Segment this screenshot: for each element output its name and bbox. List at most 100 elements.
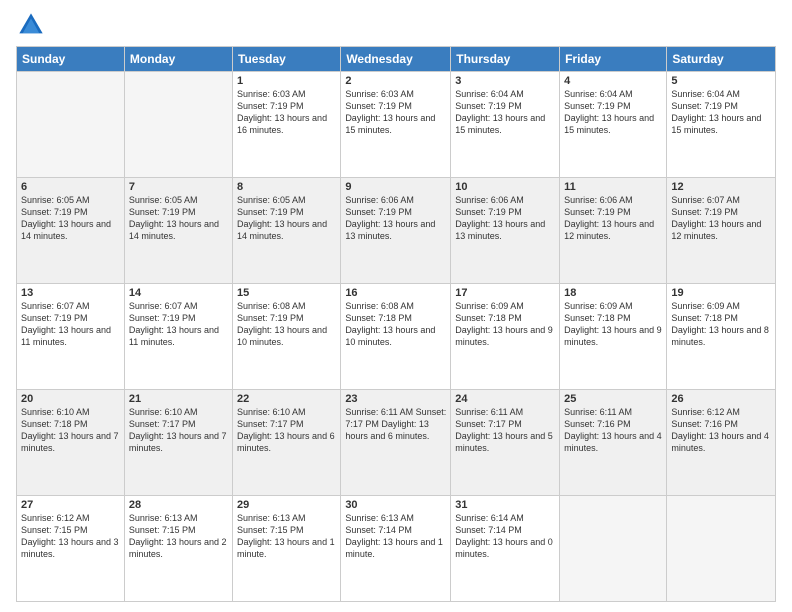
day-number: 9 (345, 181, 446, 193)
calendar-header-row: SundayMondayTuesdayWednesdayThursdayFrid… (17, 47, 776, 72)
calendar-cell: 27Sunrise: 6:12 AM Sunset: 7:15 PM Dayli… (17, 496, 125, 602)
calendar-cell: 12Sunrise: 6:07 AM Sunset: 7:19 PM Dayli… (667, 178, 776, 284)
day-info: Sunrise: 6:06 AM Sunset: 7:19 PM Dayligh… (455, 194, 555, 243)
calendar-cell (124, 72, 232, 178)
calendar-cell: 9Sunrise: 6:06 AM Sunset: 7:19 PM Daylig… (341, 178, 451, 284)
day-number: 28 (129, 499, 228, 511)
day-info: Sunrise: 6:10 AM Sunset: 7:17 PM Dayligh… (129, 406, 228, 455)
calendar-cell: 3Sunrise: 6:04 AM Sunset: 7:19 PM Daylig… (451, 72, 560, 178)
calendar-cell: 4Sunrise: 6:04 AM Sunset: 7:19 PM Daylig… (560, 72, 667, 178)
day-number: 20 (21, 393, 120, 405)
calendar-cell (667, 496, 776, 602)
week-row-2: 6Sunrise: 6:05 AM Sunset: 7:19 PM Daylig… (17, 178, 776, 284)
day-info: Sunrise: 6:06 AM Sunset: 7:19 PM Dayligh… (345, 194, 446, 243)
day-number: 7 (129, 181, 228, 193)
calendar-cell: 30Sunrise: 6:13 AM Sunset: 7:14 PM Dayli… (341, 496, 451, 602)
calendar-cell: 14Sunrise: 6:07 AM Sunset: 7:19 PM Dayli… (124, 284, 232, 390)
calendar: SundayMondayTuesdayWednesdayThursdayFrid… (16, 46, 776, 602)
calendar-cell: 17Sunrise: 6:09 AM Sunset: 7:18 PM Dayli… (451, 284, 560, 390)
day-number: 3 (455, 75, 555, 87)
day-info: Sunrise: 6:05 AM Sunset: 7:19 PM Dayligh… (129, 194, 228, 243)
calendar-cell: 19Sunrise: 6:09 AM Sunset: 7:18 PM Dayli… (667, 284, 776, 390)
col-header-wednesday: Wednesday (341, 47, 451, 72)
day-info: Sunrise: 6:12 AM Sunset: 7:16 PM Dayligh… (671, 406, 771, 455)
calendar-cell: 23Sunrise: 6:11 AM Sunset: 7:17 PM Dayli… (341, 390, 451, 496)
day-number: 19 (671, 287, 771, 299)
day-number: 30 (345, 499, 446, 511)
day-info: Sunrise: 6:05 AM Sunset: 7:19 PM Dayligh… (21, 194, 120, 243)
week-row-5: 27Sunrise: 6:12 AM Sunset: 7:15 PM Dayli… (17, 496, 776, 602)
calendar-cell: 15Sunrise: 6:08 AM Sunset: 7:19 PM Dayli… (233, 284, 341, 390)
day-info: Sunrise: 6:13 AM Sunset: 7:15 PM Dayligh… (129, 512, 228, 561)
calendar-cell: 13Sunrise: 6:07 AM Sunset: 7:19 PM Dayli… (17, 284, 125, 390)
page: SundayMondayTuesdayWednesdayThursdayFrid… (0, 0, 792, 612)
week-row-4: 20Sunrise: 6:10 AM Sunset: 7:18 PM Dayli… (17, 390, 776, 496)
logo (16, 10, 50, 40)
calendar-cell: 20Sunrise: 6:10 AM Sunset: 7:18 PM Dayli… (17, 390, 125, 496)
day-info: Sunrise: 6:04 AM Sunset: 7:19 PM Dayligh… (564, 88, 662, 137)
day-info: Sunrise: 6:03 AM Sunset: 7:19 PM Dayligh… (237, 88, 336, 137)
calendar-cell: 21Sunrise: 6:10 AM Sunset: 7:17 PM Dayli… (124, 390, 232, 496)
calendar-cell: 18Sunrise: 6:09 AM Sunset: 7:18 PM Dayli… (560, 284, 667, 390)
calendar-cell: 25Sunrise: 6:11 AM Sunset: 7:16 PM Dayli… (560, 390, 667, 496)
day-number: 2 (345, 75, 446, 87)
day-number: 10 (455, 181, 555, 193)
day-number: 22 (237, 393, 336, 405)
day-number: 4 (564, 75, 662, 87)
day-number: 26 (671, 393, 771, 405)
logo-icon (16, 10, 46, 40)
day-number: 25 (564, 393, 662, 405)
day-info: Sunrise: 6:05 AM Sunset: 7:19 PM Dayligh… (237, 194, 336, 243)
calendar-cell (560, 496, 667, 602)
calendar-cell: 24Sunrise: 6:11 AM Sunset: 7:17 PM Dayli… (451, 390, 560, 496)
day-info: Sunrise: 6:13 AM Sunset: 7:15 PM Dayligh… (237, 512, 336, 561)
day-number: 13 (21, 287, 120, 299)
calendar-cell (17, 72, 125, 178)
day-info: Sunrise: 6:03 AM Sunset: 7:19 PM Dayligh… (345, 88, 446, 137)
day-info: Sunrise: 6:10 AM Sunset: 7:18 PM Dayligh… (21, 406, 120, 455)
day-number: 5 (671, 75, 771, 87)
calendar-cell: 11Sunrise: 6:06 AM Sunset: 7:19 PM Dayli… (560, 178, 667, 284)
day-number: 6 (21, 181, 120, 193)
day-number: 31 (455, 499, 555, 511)
calendar-cell: 28Sunrise: 6:13 AM Sunset: 7:15 PM Dayli… (124, 496, 232, 602)
col-header-friday: Friday (560, 47, 667, 72)
calendar-cell: 7Sunrise: 6:05 AM Sunset: 7:19 PM Daylig… (124, 178, 232, 284)
calendar-cell: 5Sunrise: 6:04 AM Sunset: 7:19 PM Daylig… (667, 72, 776, 178)
day-number: 12 (671, 181, 771, 193)
calendar-cell: 2Sunrise: 6:03 AM Sunset: 7:19 PM Daylig… (341, 72, 451, 178)
day-info: Sunrise: 6:10 AM Sunset: 7:17 PM Dayligh… (237, 406, 336, 455)
day-info: Sunrise: 6:07 AM Sunset: 7:19 PM Dayligh… (21, 300, 120, 349)
day-number: 23 (345, 393, 446, 405)
calendar-cell: 26Sunrise: 6:12 AM Sunset: 7:16 PM Dayli… (667, 390, 776, 496)
calendar-cell: 29Sunrise: 6:13 AM Sunset: 7:15 PM Dayli… (233, 496, 341, 602)
day-number: 1 (237, 75, 336, 87)
calendar-body: 1Sunrise: 6:03 AM Sunset: 7:19 PM Daylig… (17, 72, 776, 602)
day-number: 18 (564, 287, 662, 299)
day-info: Sunrise: 6:13 AM Sunset: 7:14 PM Dayligh… (345, 512, 446, 561)
col-header-thursday: Thursday (451, 47, 560, 72)
day-info: Sunrise: 6:04 AM Sunset: 7:19 PM Dayligh… (455, 88, 555, 137)
calendar-cell: 16Sunrise: 6:08 AM Sunset: 7:18 PM Dayli… (341, 284, 451, 390)
day-info: Sunrise: 6:07 AM Sunset: 7:19 PM Dayligh… (671, 194, 771, 243)
calendar-cell: 10Sunrise: 6:06 AM Sunset: 7:19 PM Dayli… (451, 178, 560, 284)
day-info: Sunrise: 6:08 AM Sunset: 7:18 PM Dayligh… (345, 300, 446, 349)
col-header-tuesday: Tuesday (233, 47, 341, 72)
calendar-cell: 22Sunrise: 6:10 AM Sunset: 7:17 PM Dayli… (233, 390, 341, 496)
day-info: Sunrise: 6:09 AM Sunset: 7:18 PM Dayligh… (455, 300, 555, 349)
day-number: 17 (455, 287, 555, 299)
day-info: Sunrise: 6:09 AM Sunset: 7:18 PM Dayligh… (671, 300, 771, 349)
day-number: 8 (237, 181, 336, 193)
day-info: Sunrise: 6:06 AM Sunset: 7:19 PM Dayligh… (564, 194, 662, 243)
col-header-monday: Monday (124, 47, 232, 72)
day-info: Sunrise: 6:11 AM Sunset: 7:16 PM Dayligh… (564, 406, 662, 455)
day-number: 16 (345, 287, 446, 299)
day-info: Sunrise: 6:09 AM Sunset: 7:18 PM Dayligh… (564, 300, 662, 349)
day-number: 24 (455, 393, 555, 405)
calendar-cell: 6Sunrise: 6:05 AM Sunset: 7:19 PM Daylig… (17, 178, 125, 284)
day-info: Sunrise: 6:04 AM Sunset: 7:19 PM Dayligh… (671, 88, 771, 137)
header (16, 10, 776, 40)
week-row-3: 13Sunrise: 6:07 AM Sunset: 7:19 PM Dayli… (17, 284, 776, 390)
day-number: 21 (129, 393, 228, 405)
day-info: Sunrise: 6:14 AM Sunset: 7:14 PM Dayligh… (455, 512, 555, 561)
